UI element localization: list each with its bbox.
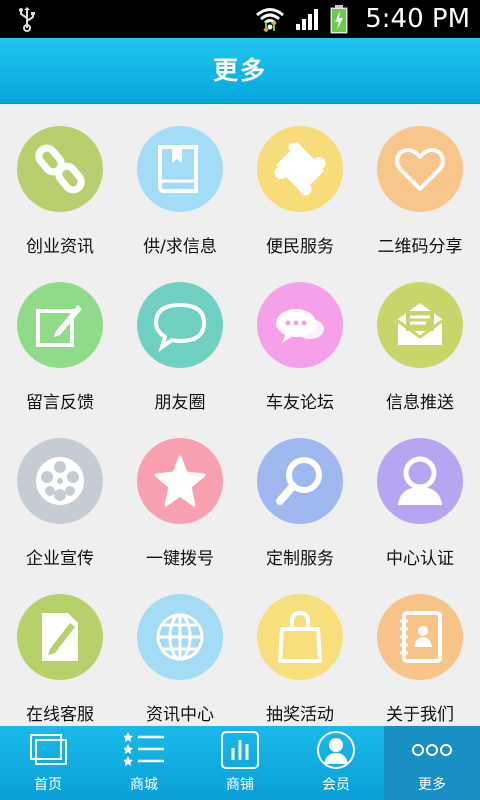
- tab-label: 会员: [322, 777, 350, 793]
- grid-item-label: 企业宣传: [26, 549, 94, 569]
- tab-home[interactable]: 首页: [0, 726, 96, 800]
- grid-item-label: 朋友圈: [154, 393, 206, 413]
- grid-item-label: 创业资讯: [26, 237, 94, 257]
- grid-item-supply-demand[interactable]: 供/求信息: [120, 104, 240, 260]
- grid-item-about-us[interactable]: 关于我们: [360, 572, 480, 726]
- status-time: 5:40 PM: [365, 4, 470, 34]
- grid-item-label: 在线客服: [26, 705, 94, 725]
- grid-item-promo[interactable]: 企业宣传: [0, 416, 120, 572]
- tab-label: 商铺: [226, 777, 254, 793]
- grid-item-label: 二维码分享: [377, 237, 463, 257]
- edit-icon: [17, 282, 103, 368]
- more-dots-icon: [412, 744, 452, 756]
- grid-item-car-forum[interactable]: 车友论坛: [240, 260, 360, 416]
- signal-icon: [296, 9, 319, 30]
- film-reel-icon: [17, 438, 103, 524]
- grid-item-online-service[interactable]: 在线客服: [0, 572, 120, 726]
- grid-item-label: 供/求信息: [143, 237, 217, 257]
- bar-chart-icon: [221, 731, 259, 769]
- status-bar: 5:40 PM: [0, 0, 480, 38]
- usb-icon: [19, 7, 35, 32]
- tab-label: 首页: [34, 777, 62, 793]
- grid-item-label: 便民服务: [266, 237, 334, 257]
- grid-item-label: 关于我们: [386, 705, 454, 725]
- grid-item-push[interactable]: 信息推送: [360, 260, 480, 416]
- battery-charging-icon: [330, 5, 348, 34]
- tab-more[interactable]: 更多: [384, 726, 480, 800]
- feature-grid: 创业资讯 供/求信息 便民服务 二维码分享 留言反馈 朋友圈 车友论坛 信息推送…: [0, 104, 480, 726]
- star-list-icon: [124, 732, 164, 766]
- shopping-bag-icon: [257, 594, 343, 680]
- tab-label: 更多: [418, 777, 446, 793]
- grid-item-label: 留言反馈: [26, 393, 94, 413]
- link-icon: [17, 126, 103, 212]
- tab-label: 商城: [130, 777, 158, 793]
- star-icon: [137, 438, 223, 524]
- document-edit-icon: [17, 594, 103, 680]
- grid-item-label: 车友论坛: [266, 393, 334, 413]
- grid-item-one-key-dial[interactable]: 一键拨号: [120, 416, 240, 572]
- grid-item-feedback[interactable]: 留言反馈: [0, 260, 120, 416]
- chat-bubble-icon: [137, 282, 223, 368]
- heart-icon: [377, 126, 463, 212]
- grid-item-label: 定制服务: [266, 549, 334, 569]
- mail-icon: [377, 282, 463, 368]
- grid-item-news-center[interactable]: 资讯中心: [120, 572, 240, 726]
- puzzle-icon: [257, 126, 343, 212]
- tab-shops[interactable]: 商铺: [192, 726, 288, 800]
- bottom-nav: 首页 商城 商铺 会员 更多: [0, 726, 480, 800]
- grid-item-label: 资讯中心: [146, 705, 214, 725]
- chat-dots-icon: [257, 282, 343, 368]
- member-avatar-icon: [317, 731, 355, 769]
- globe-icon: [137, 594, 223, 680]
- magnifier-icon: [257, 438, 343, 524]
- page-title: 更多: [212, 56, 267, 85]
- contact-book-icon: [377, 594, 463, 680]
- grid-item-label: 中心认证: [386, 549, 454, 569]
- grid-item-convenience[interactable]: 便民服务: [240, 104, 360, 260]
- tab-member[interactable]: 会员: [288, 726, 384, 800]
- grid-item-label: 一键拨号: [146, 549, 214, 569]
- tab-mall[interactable]: 商城: [96, 726, 192, 800]
- grid-item-certification[interactable]: 中心认证: [360, 416, 480, 572]
- grid-item-label: 抽奖活动: [266, 705, 334, 725]
- grid-item-label: 信息推送: [386, 393, 454, 413]
- home-layers-icon: [30, 734, 67, 765]
- grid-item-lottery[interactable]: 抽奖活动: [240, 572, 360, 726]
- wifi-icon: [256, 8, 285, 32]
- grid-item-qr-share[interactable]: 二维码分享: [360, 104, 480, 260]
- title-bar: 更多: [0, 38, 480, 104]
- grid-item-custom-service[interactable]: 定制服务: [240, 416, 360, 572]
- book-icon: [137, 126, 223, 212]
- grid-item-moments[interactable]: 朋友圈: [120, 260, 240, 416]
- user-icon: [377, 438, 463, 524]
- grid-item-startup-news[interactable]: 创业资讯: [0, 104, 120, 260]
